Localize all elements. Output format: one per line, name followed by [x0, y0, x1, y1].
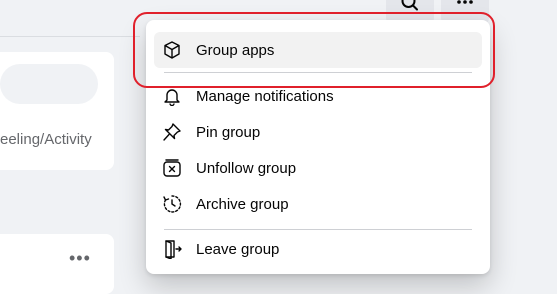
menu-item-group-apps[interactable]: Group apps: [154, 32, 482, 68]
menu-divider: [164, 72, 472, 73]
archive-icon: [160, 192, 184, 216]
menu-divider: [164, 229, 472, 230]
menu-item-label: Group apps: [196, 41, 275, 59]
menu-item-label: Leave group: [196, 240, 280, 258]
menu-item-label: Manage notifications: [196, 87, 334, 105]
post-more-icon[interactable]: •••: [69, 249, 91, 267]
menu-item-label: Archive group: [196, 195, 289, 213]
menu-item-archive-group[interactable]: Archive group: [154, 186, 482, 222]
leave-icon: [160, 237, 184, 261]
group-options-menu: Group apps Manage notifications Pin grou…: [146, 20, 490, 274]
unfollow-icon: [160, 156, 184, 180]
post-card: [0, 234, 114, 294]
menu-item-leave-group[interactable]: Leave group: [154, 231, 482, 267]
more-icon: [455, 0, 475, 18]
bell-icon: [160, 84, 184, 108]
search-icon: [400, 0, 420, 18]
menu-item-label: Unfollow group: [196, 159, 297, 177]
feeling-activity-label[interactable]: eeling/Activity: [0, 131, 92, 148]
menu-item-manage-notifications[interactable]: Manage notifications: [154, 78, 482, 114]
pin-icon: [160, 120, 184, 144]
menu-item-label: Pin group: [196, 123, 261, 141]
header-divider: [0, 36, 140, 37]
cube-icon: [160, 38, 184, 62]
menu-item-unfollow-group[interactable]: Unfollow group: [154, 150, 482, 186]
menu-item-pin-group[interactable]: Pin group: [154, 114, 482, 150]
search-pill[interactable]: [0, 64, 98, 104]
